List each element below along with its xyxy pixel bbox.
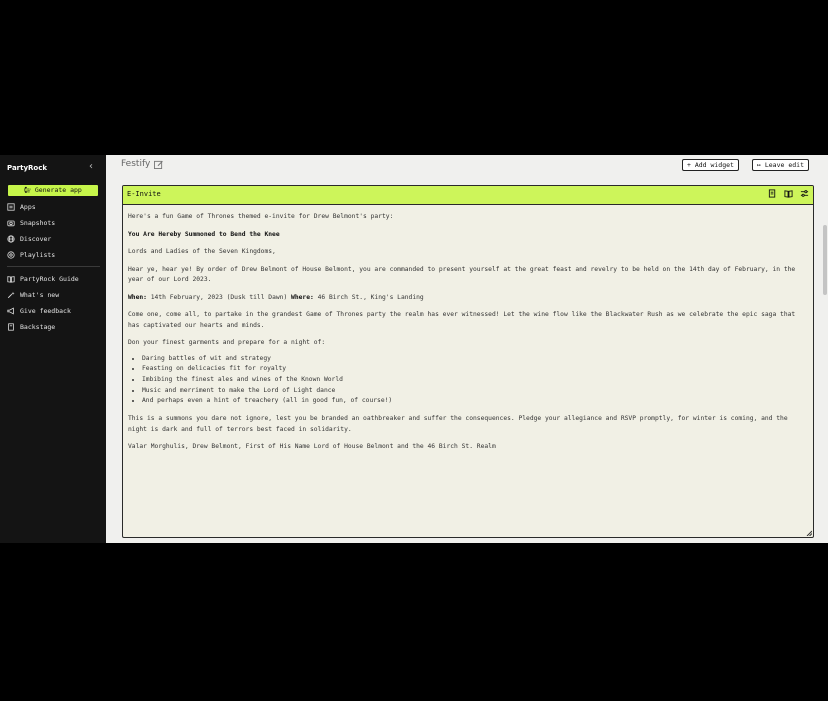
app-title: Festify (121, 159, 164, 169)
invite-heading: You Are Hereby Summoned to Bend the Knee (128, 230, 280, 238)
sidebar-item-label: What's new (20, 291, 60, 299)
app-window: PartyRock ‹ 🕼 Generate app Apps Snapshot… (0, 155, 828, 543)
list-intro: Don your finest garments and prepare for… (128, 339, 326, 346)
e-invite-widget: E-Invite Here's a fun Game of Thrones th… (122, 185, 814, 538)
wand-icon: 🕼 (24, 186, 31, 194)
when-where-line: When: 14th February, 2023 (Dusk till Daw… (128, 293, 808, 304)
exit-icon: ↦ (757, 161, 761, 169)
generate-app-label: Generate app (34, 186, 82, 194)
sidebar-item-label: Apps (20, 203, 36, 211)
sidebar-item-discover[interactable]: Discover (7, 231, 100, 247)
sidebar-item-whats-new[interactable]: What's new (7, 287, 100, 303)
globe-icon (7, 235, 15, 243)
paragraph-summons: Hear ye, hear ye! By order of Drew Belmo… (128, 265, 796, 284)
sparkle-icon (7, 291, 15, 299)
book-icon (7, 276, 15, 283)
paragraph-party: Come one, come all, to partake in the gr… (128, 311, 796, 329)
collapse-sidebar-icon[interactable]: ‹ (86, 161, 96, 173)
sidebar-item-label: Discover (20, 235, 52, 243)
sidebar-item-label: PartyRock Guide (20, 275, 79, 283)
sidebar-item-guide[interactable]: PartyRock Guide (7, 271, 100, 287)
settings-sliders-icon[interactable] (800, 189, 809, 198)
sidebar-item-label: Backstage (20, 323, 56, 331)
sidebar-item-label: Give feedback (20, 307, 71, 315)
activities-list: Daring battles of wit and strategy Feast… (128, 354, 808, 408)
intro-text: Here's a fun Game of Thrones themed e-in… (128, 213, 394, 220)
document-icon (8, 323, 14, 331)
list-item: Music and merriment to make the Lord of … (142, 386, 808, 397)
widget-header: E-Invite (123, 186, 813, 205)
brand-logo[interactable]: PartyRock (7, 164, 47, 172)
app-header: Festify + Add widget ↦ Leave edit (106, 155, 828, 176)
add-widget-button[interactable]: + Add widget (682, 159, 739, 171)
sidebar-nav: Apps Snapshots Discover Playlists PartyR… (7, 199, 100, 335)
widget-output: Here's a fun Game of Thrones themed e-in… (123, 205, 813, 453)
list-item: Feasting on delicacies fit for royalty (142, 364, 808, 375)
paragraph-warning: This is a summons you dare not ignore, l… (128, 415, 788, 433)
sidebar-divider (7, 266, 100, 267)
greeting-text: Lords and Ladies of the Seven Kingdoms, (128, 248, 276, 255)
list-item: And perhaps even a hint of treachery (al… (142, 396, 808, 407)
when-label: When: (128, 293, 147, 301)
sidebar-item-apps[interactable]: Apps (7, 199, 100, 215)
read-mode-icon[interactable] (784, 189, 793, 198)
where-label: Where: (291, 293, 314, 301)
apps-icon (7, 203, 15, 211)
leave-edit-label: Leave edit (764, 161, 804, 169)
megaphone-icon (7, 307, 14, 315)
scrollbar-thumb[interactable] (823, 225, 827, 295)
sidebar-item-backstage[interactable]: Backstage (7, 319, 100, 335)
when-value: 14th February, 2023 (Dusk till Dawn) (146, 293, 292, 301)
where-value: 46 Birch St., King's Landing (313, 293, 424, 301)
sidebar-item-label: Playlists (20, 251, 56, 259)
copy-icon[interactable] (768, 189, 777, 198)
playlist-icon (7, 251, 15, 259)
app-title-text: Festify (121, 159, 151, 169)
signoff-text: Valar Morghulis, Drew Belmont, First of … (128, 443, 496, 451)
leave-edit-button[interactable]: ↦ Leave edit (752, 159, 809, 171)
sidebar-item-snapshots[interactable]: Snapshots (7, 215, 100, 231)
sidebar-item-feedback[interactable]: Give feedback (7, 303, 100, 319)
list-item: Imbibing the finest ales and wines of th… (142, 375, 808, 386)
generate-app-button[interactable]: 🕼 Generate app (8, 185, 98, 196)
main-area: Festify + Add widget ↦ Leave edit E-Invi… (106, 155, 828, 543)
sidebar-item-playlists[interactable]: Playlists (7, 247, 100, 263)
sidebar-item-label: Snapshots (20, 219, 56, 227)
sidebar: PartyRock ‹ 🕼 Generate app Apps Snapshot… (0, 155, 106, 543)
list-item: Daring battles of wit and strategy (142, 354, 808, 365)
edit-icon[interactable] (154, 160, 164, 169)
snapshot-icon (7, 220, 15, 227)
widget-title: E-Invite (127, 190, 161, 198)
widget-actions (768, 189, 809, 198)
resize-handle-icon[interactable] (806, 530, 812, 536)
